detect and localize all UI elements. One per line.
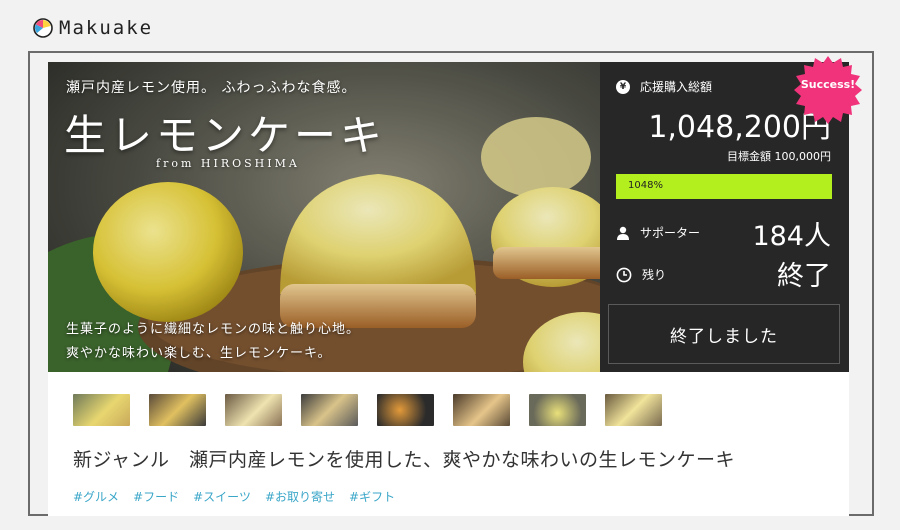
thumbnail-8[interactable]	[605, 394, 662, 426]
person-icon	[617, 226, 629, 240]
amount-header: ¥ 応援購入総額	[616, 78, 712, 95]
thumbnail-2[interactable]	[149, 394, 206, 426]
progress-bar: 1048%	[616, 174, 832, 199]
amount-label: 応援購入総額	[640, 80, 713, 94]
makuake-logo-icon[interactable]	[33, 18, 53, 38]
hero-image[interactable]: 瀬戸内産レモン使用。 ふわっふわな食感。 生レモンケーキ from HIROSH…	[48, 62, 600, 372]
thumbnail-5[interactable]	[377, 394, 434, 426]
thumbnail-3[interactable]	[225, 394, 282, 426]
supporters-label: サポーター	[640, 226, 701, 240]
tag-gourmet[interactable]: #グルメ	[73, 488, 119, 505]
brand-name[interactable]: Makuake	[59, 17, 153, 39]
hero-subtitle: 瀬戸内産レモン使用。 ふわっふわな食感。	[66, 80, 357, 96]
success-badge: Success!	[800, 78, 856, 91]
ended-button[interactable]: 終了しました	[608, 304, 840, 364]
project-title[interactable]: 新ジャンル 瀬戸内産レモンを使用した、爽やかな味わいの生レモンケーキ	[73, 445, 735, 472]
supporters-count: 184人	[752, 221, 831, 252]
tag-gift[interactable]: #ギフト	[349, 488, 395, 505]
hero-title: 生レモンケーキ	[64, 111, 387, 160]
remaining-row: 残り	[616, 266, 666, 283]
thumbnail-1[interactable]	[73, 394, 130, 426]
thumbnail-6[interactable]	[453, 394, 510, 426]
thumbnail-7[interactable]	[529, 394, 586, 426]
thumbnail-4[interactable]	[301, 394, 358, 426]
tag-mail-order[interactable]: #お取り寄せ	[265, 488, 335, 505]
supporters-row: サポーター	[616, 224, 700, 241]
hero-from-label: from HIROSHIMA	[156, 157, 300, 170]
hero-caption-2: 爽やかな味わい楽しむ、生レモンケーキ。	[66, 346, 332, 361]
clock-icon	[616, 267, 632, 282]
remaining-label: 残り	[642, 268, 667, 282]
tag-sweets[interactable]: #スイーツ	[193, 488, 251, 505]
top-bar: Makuake	[0, 0, 900, 50]
tag-food[interactable]: #フード	[133, 488, 179, 505]
yen-icon: ¥	[616, 79, 630, 94]
progress-percent: 1048%	[628, 180, 663, 191]
thumbnail-strip	[73, 394, 662, 426]
tag-list: #グルメ #フード #スイーツ #お取り寄せ #ギフト	[73, 488, 395, 505]
hero-caption-1: 生菓子のように繊細なレモンの味と触り心地。	[66, 322, 361, 337]
goal-amount: 目標金額 100,000円	[727, 150, 831, 163]
remaining-value: 終了	[777, 261, 831, 292]
project-card: 瀬戸内産レモン使用。 ふわっふわな食感。 生レモンケーキ from HIROSH…	[48, 56, 862, 516]
